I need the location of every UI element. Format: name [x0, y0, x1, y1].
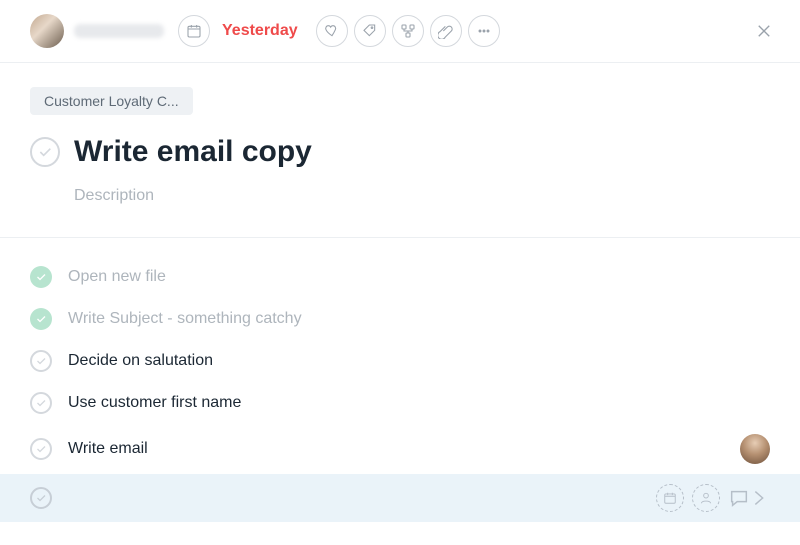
more-icon[interactable]	[468, 15, 500, 47]
description-placeholder[interactable]: Description	[74, 187, 770, 205]
subtask-checkbox[interactable]	[30, 487, 52, 509]
due-date-group[interactable]: Yesterday	[178, 15, 298, 47]
task-header: Yesterday	[0, 0, 800, 63]
calendar-icon[interactable]	[656, 484, 684, 512]
task-title[interactable]: Write email copy	[74, 135, 312, 169]
subtask-checkbox[interactable]	[30, 266, 52, 288]
subtask-row[interactable]: Decide on salutation	[30, 340, 770, 382]
subtask-checkbox[interactable]	[30, 350, 52, 372]
subtask-row[interactable]: Write email	[30, 424, 770, 474]
attachment-icon[interactable]	[430, 15, 462, 47]
subtask-label: Write Subject - something catchy	[68, 310, 302, 328]
complete-task-checkbox[interactable]	[30, 137, 60, 167]
subtask-row[interactable]: Write Subject - something catchy	[30, 298, 770, 340]
subtask-list: Open new file Write Subject - something …	[30, 238, 770, 522]
tag-icon[interactable]	[354, 15, 386, 47]
assignee-icon[interactable]	[692, 484, 720, 512]
calendar-icon	[178, 15, 210, 47]
subtask-checkbox[interactable]	[30, 392, 52, 414]
new-subtask-actions	[656, 484, 770, 512]
task-body: Customer Loyalty C... Write email copy D…	[0, 63, 800, 522]
subtask-row[interactable]: Open new file	[30, 256, 770, 298]
assignee-avatar[interactable]	[30, 14, 64, 48]
comment-icon[interactable]	[728, 487, 770, 509]
due-date-label: Yesterday	[222, 22, 298, 40]
subtask-assignee-avatar[interactable]	[740, 434, 770, 464]
subtask-label: Write email	[68, 440, 148, 458]
subtask-checkbox[interactable]	[30, 308, 52, 330]
close-icon[interactable]	[750, 17, 778, 45]
subtask-label: Decide on salutation	[68, 352, 213, 370]
subtask-label: Open new file	[68, 268, 166, 286]
project-tag[interactable]: Customer Loyalty C...	[30, 87, 193, 115]
assignee-name[interactable]	[74, 24, 164, 38]
subtasks-icon[interactable]	[392, 15, 424, 47]
subtask-row[interactable]: Use customer first name	[30, 382, 770, 424]
title-row: Write email copy	[30, 135, 770, 169]
toolbar	[316, 15, 506, 47]
subtask-checkbox[interactable]	[30, 438, 52, 460]
subtask-label: Use customer first name	[68, 394, 241, 412]
new-subtask-row[interactable]	[0, 474, 800, 522]
heart-icon[interactable]	[316, 15, 348, 47]
